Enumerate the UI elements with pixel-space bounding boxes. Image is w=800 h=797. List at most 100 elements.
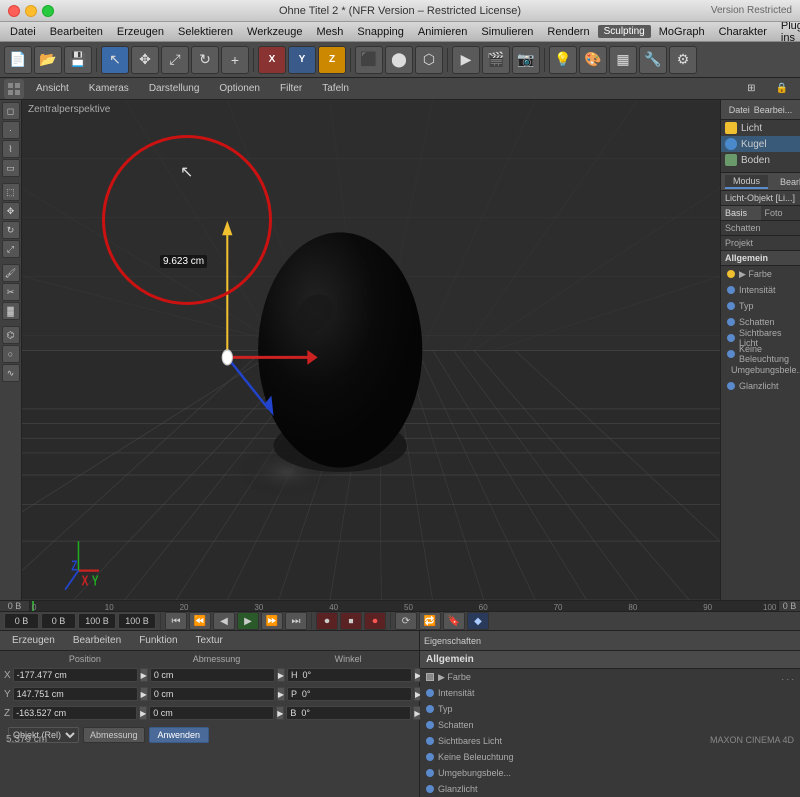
menu-rendern[interactable]: Rendern <box>541 25 595 39</box>
step-fwd-btn[interactable]: ⏩ <box>261 612 283 630</box>
sync-btn[interactable]: ⟳ <box>395 612 417 630</box>
deformer-button[interactable]: 🔧 <box>639 46 667 74</box>
minimize-button[interactable] <box>25 5 37 17</box>
menu-plugins[interactable]: Plug-ins <box>775 19 800 45</box>
new-button[interactable]: 📄 <box>4 46 32 74</box>
z-abm-btn[interactable]: ▶ <box>276 706 284 720</box>
light-button[interactable]: 💡 <box>549 46 577 74</box>
obj-item-boden[interactable]: Boden <box>721 152 800 168</box>
z-axis[interactable]: Z <box>318 46 346 74</box>
rotate-tool[interactable]: ↻ <box>191 46 219 74</box>
vp-kameras[interactable]: Kameras <box>81 82 137 95</box>
anim-btn[interactable]: ⏺ <box>364 612 386 630</box>
menu-snapping[interactable]: Snapping <box>351 25 410 39</box>
projekt-tab[interactable]: Projekt <box>721 236 800 251</box>
menu-bearbeiten[interactable]: Bearbeiten <box>44 25 109 39</box>
tab-erzeugen[interactable]: Erzeugen <box>4 634 63 647</box>
y-win-input[interactable] <box>287 687 412 701</box>
schatten-tab[interactable]: Schatten <box>721 221 800 236</box>
frame-rate-input[interactable] <box>78 613 116 629</box>
bookmark-btn[interactable]: 🔖 <box>443 612 465 630</box>
add-tool[interactable]: + <box>221 46 249 74</box>
vp-ansicht[interactable]: Ansicht <box>28 82 77 95</box>
y-abm-input[interactable] <box>150 687 275 701</box>
open-button[interactable]: 📂 <box>34 46 62 74</box>
loop-btn[interactable]: 🔁 <box>419 612 441 630</box>
tab-bearbeiten[interactable]: Bearbeiten <box>65 634 129 647</box>
menu-datei[interactable]: Datei <box>4 25 42 39</box>
vp-expand[interactable]: ⊞ <box>739 82 763 95</box>
obj-item-licht[interactable]: Licht <box>721 120 800 136</box>
vp-tafeln[interactable]: Tafeln <box>314 82 357 95</box>
mode-edge[interactable]: ⌇ <box>2 140 20 158</box>
mode-polygon[interactable]: ▭ <box>2 159 20 177</box>
scale-tool[interactable]: ⤢ <box>161 46 189 74</box>
menu-animieren[interactable]: Animieren <box>412 25 474 39</box>
viewport-mode-icon[interactable] <box>4 79 24 99</box>
x-axis[interactable]: X <box>258 46 286 74</box>
texture-button[interactable]: ▦ <box>609 46 637 74</box>
tool-brush[interactable]: 🖌 <box>2 264 20 282</box>
y-pos-input[interactable] <box>13 687 138 701</box>
z-pos-btn[interactable]: ▶ <box>139 706 147 720</box>
tool-bone[interactable]: ⌬ <box>2 326 20 344</box>
tool-select[interactable]: ⬚ <box>2 183 20 201</box>
y-abm-btn[interactable]: ▶ <box>277 687 285 701</box>
x-abm-btn[interactable]: ▶ <box>277 668 285 682</box>
tab-funktion[interactable]: Funktion <box>131 634 185 647</box>
menu-mesh[interactable]: Mesh <box>310 25 349 39</box>
frame-end-input[interactable] <box>118 613 156 629</box>
step-back-btn[interactable]: ⏪ <box>189 612 211 630</box>
y-axis[interactable]: Y <box>288 46 316 74</box>
y-pos-btn[interactable]: ▶ <box>140 687 148 701</box>
close-button[interactable] <box>8 5 20 17</box>
window-controls[interactable] <box>8 5 54 17</box>
vp-optionen[interactable]: Optionen <box>211 82 268 95</box>
mode-object[interactable]: ◻ <box>2 102 20 120</box>
z-win-input[interactable] <box>286 706 411 720</box>
tool-rotate[interactable]: ↻ <box>2 221 20 239</box>
menu-sculpting[interactable]: Sculpting <box>598 25 651 38</box>
sphere-tool[interactable]: ⬤ <box>385 46 413 74</box>
tool-fill[interactable]: ▓ <box>2 302 20 320</box>
play-fwd-btn[interactable]: ▶ <box>237 612 259 630</box>
modus-tab[interactable]: Modus <box>725 175 768 189</box>
render-button[interactable]: 🎬 <box>482 46 510 74</box>
tool-spline[interactable]: ∿ <box>2 364 20 382</box>
settings-button[interactable]: ⚙ <box>669 46 697 74</box>
bearbeiten-tab[interactable]: Bearbe... <box>772 176 800 188</box>
abmessung-btn[interactable]: Abmessung <box>83 727 145 743</box>
farbe-swatch[interactable] <box>426 673 434 681</box>
tool-joint[interactable]: ○ <box>2 345 20 363</box>
record-btn[interactable]: ⏺ <box>316 612 338 630</box>
tool-scale[interactable]: ⤢ <box>2 240 20 258</box>
move-tool[interactable]: ✥ <box>131 46 159 74</box>
material-button[interactable]: 🎨 <box>579 46 607 74</box>
cursor-tool[interactable]: ↖ <box>101 46 129 74</box>
x-pos-btn[interactable]: ▶ <box>140 668 148 682</box>
cube-tool[interactable]: ⬛ <box>355 46 383 74</box>
tab-textur[interactable]: Textur <box>188 634 231 647</box>
cylinder-tool[interactable]: ⬡ <box>415 46 443 74</box>
tool-knife[interactable]: ✂ <box>2 283 20 301</box>
play-back-btn[interactable]: ◀ <box>213 612 235 630</box>
menu-selektieren[interactable]: Selektieren <box>172 25 239 39</box>
keyframe-btn[interactable]: ◆ <box>467 612 489 630</box>
menu-mograph[interactable]: MoGraph <box>653 25 711 39</box>
goto-end-btn[interactable]: ⏭ <box>285 612 307 630</box>
x-abm-input[interactable] <box>150 668 275 682</box>
obj-item-kugel[interactable]: Kugel <box>721 136 800 152</box>
x-win-input[interactable] <box>287 668 412 682</box>
z-abm-input[interactable] <box>149 706 274 720</box>
menu-charakter[interactable]: Charakter <box>713 25 773 39</box>
foto-tab[interactable]: Foto <box>761 206 800 220</box>
timeline-bar[interactable]: 0 10 20 30 40 50 60 70 80 90 100 <box>30 601 778 611</box>
tool-move[interactable]: ✥ <box>2 202 20 220</box>
vp-filter[interactable]: Filter <box>272 82 310 95</box>
vp-lock[interactable]: 🔒 <box>768 82 796 95</box>
basis-tab[interactable]: Basis <box>721 206 761 220</box>
x-pos-input[interactable] <box>13 668 138 682</box>
stop-btn[interactable]: ⏹ <box>340 612 362 630</box>
save-button[interactable]: 💾 <box>64 46 92 74</box>
frame-start-input[interactable] <box>4 613 39 629</box>
